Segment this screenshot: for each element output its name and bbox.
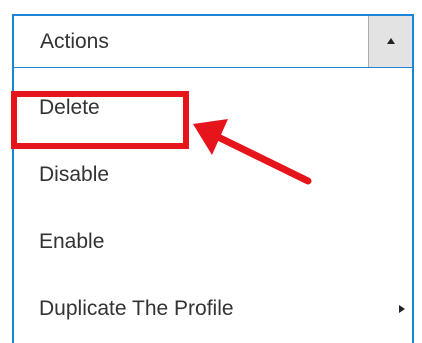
menu-item-label: Disable: [39, 163, 110, 186]
actions-select-label: Actions: [40, 30, 109, 53]
menu-item-disable[interactable]: Disable: [14, 150, 412, 200]
menu-item-enable[interactable]: Enable: [14, 217, 412, 267]
menu-item-delete[interactable]: Delete: [14, 83, 412, 133]
menu-item-label: Enable: [39, 230, 105, 253]
actions-dropdown-screenshot: Actions Delete Disable Enable Duplicate …: [0, 0, 422, 343]
menu-item-label: Delete: [39, 96, 100, 119]
caret-up-icon: [387, 38, 395, 44]
actions-menu: Delete Disable Enable Duplicate The Prof…: [12, 68, 414, 343]
actions-select[interactable]: Actions: [12, 14, 414, 69]
menu-item-duplicate-the-profile[interactable]: Duplicate The Profile: [14, 284, 412, 334]
menu-item-label: Duplicate The Profile: [39, 297, 234, 320]
submenu-arrow-icon: [399, 305, 405, 313]
dropdown-toggle-button[interactable]: [368, 16, 412, 67]
